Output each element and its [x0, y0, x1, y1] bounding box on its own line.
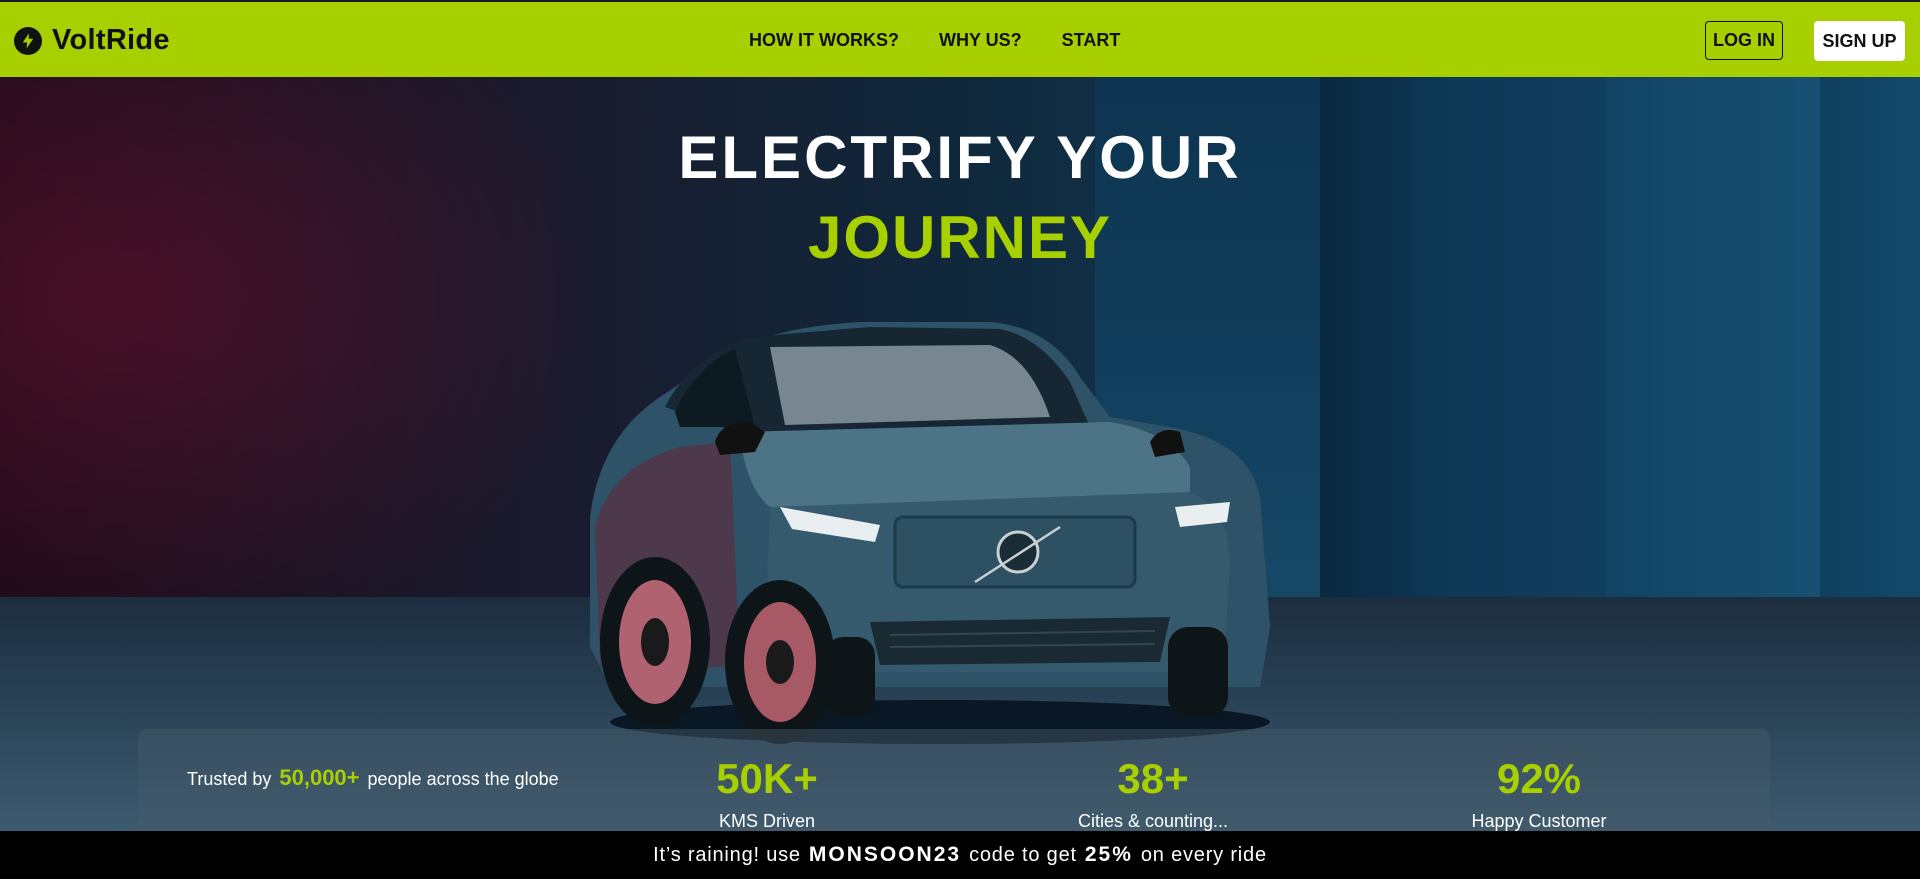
stat-cities: 38+ Cities & counting...: [1003, 755, 1303, 832]
stat-value: 50K+: [716, 755, 818, 802]
trusted-prefix: Trusted by: [187, 769, 272, 789]
stat-kms-driven: 50K+ KMS Driven: [617, 755, 917, 832]
navbar: VoltRide HOW IT WORKS? WHY US? START LOG…: [0, 0, 1920, 77]
trusted-count: 50,000+: [279, 765, 360, 790]
stat-label: Cities & counting...: [1077, 811, 1229, 831]
hero-title-line1: ELECTRIFY YOUR: [678, 124, 1242, 191]
stat-label: KMS Driven: [718, 811, 816, 831]
signup-button[interactable]: SIGN UP: [1814, 21, 1905, 61]
lightning-bolt-icon: [14, 26, 42, 55]
login-button[interactable]: LOG IN: [1705, 21, 1783, 60]
nav-link-why-us[interactable]: WHY US?: [939, 30, 1022, 51]
stat-happy-customer: 92% Happy Customer: [1389, 755, 1689, 832]
promo-prefix: It’s raining! use: [653, 843, 801, 866]
car-image: [590, 322, 1270, 744]
stat-value: 92%: [1496, 755, 1582, 802]
trusted-text: Trusted by 50,000+ people across the globe: [187, 764, 577, 793]
hero-title-line2: JOURNEY: [807, 204, 1113, 271]
hero-title: ELECTRIFY YOUR JOURNEY: [0, 128, 1920, 268]
promo-discount: 25%: [1084, 843, 1133, 866]
brand-logo[interactable]: VoltRide: [14, 2, 170, 79]
promo-suffix: on every ride: [1140, 843, 1267, 866]
nav-links: HOW IT WORKS? WHY US? START: [749, 2, 1120, 79]
trusted-suffix: people across the globe: [367, 769, 559, 789]
nav-link-how-it-works[interactable]: HOW IT WORKS?: [749, 30, 899, 51]
promo-middle: code to get: [969, 843, 1077, 866]
promo-code: MONSOON23: [808, 843, 962, 866]
stat-value: 38+: [1117, 755, 1189, 802]
nav-link-start[interactable]: START: [1062, 30, 1121, 51]
hero-section: ELECTRIFY YOUR JOURNEY Trusted by 50,000…: [0, 77, 1920, 869]
page: VoltRide HOW IT WORKS? WHY US? START LOG…: [0, 0, 1920, 879]
stat-label: Happy Customer: [1471, 811, 1607, 831]
brand-name: VoltRide: [52, 24, 170, 56]
promo-banner: It’s raining! use MONSOON23 code to get …: [0, 831, 1920, 879]
